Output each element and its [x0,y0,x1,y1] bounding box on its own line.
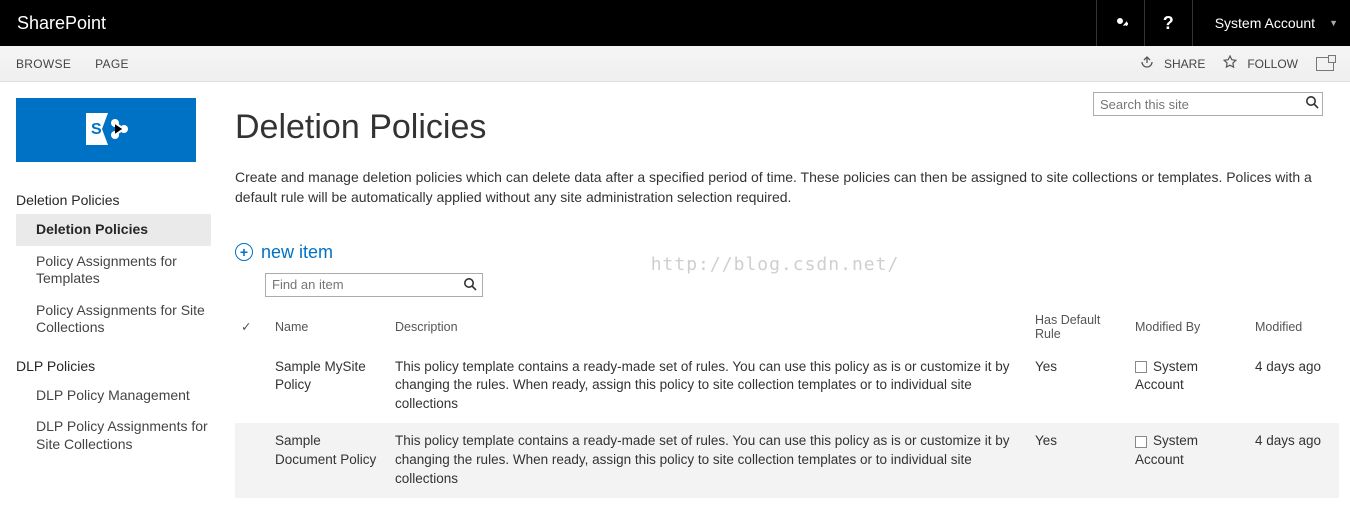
chevron-down-icon: ▼ [1329,18,1338,28]
star-icon [1223,55,1242,72]
column-select[interactable]: ✓ [235,305,269,349]
plus-icon: + [235,243,253,261]
left-column: S Deletion Policies Deletion Policies Po… [16,98,211,498]
nav-header-deletion-policies[interactable]: Deletion Policies [16,186,211,214]
sharepoint-icon: S [82,109,130,152]
nav-item-dlp-management[interactable]: DLP Policy Management [16,380,211,412]
ribbon-tab-page[interactable]: PAGE [95,57,129,71]
user-menu[interactable]: System Account ▼ [1192,0,1350,46]
search-icon[interactable] [1305,95,1319,112]
focus-content-button[interactable] [1316,57,1334,71]
policies-table: ✓ Name Description Has Default Rule Modi… [235,305,1339,498]
nav-item-deletion-policies[interactable]: Deletion Policies [16,214,211,246]
checkbox-icon[interactable] [1135,361,1147,373]
nav-item-policy-assignments-sitecollections[interactable]: Policy Assignments for Site Collections [16,295,211,344]
suite-title[interactable]: SharePoint [0,13,106,34]
cell-name: Sample MySite Policy [269,349,389,424]
column-has-default-rule[interactable]: Has Default Rule [1029,305,1129,349]
follow-button[interactable]: FOLLOW [1223,55,1298,72]
main-content: Deletion Policies Create and manage dele… [211,98,1339,498]
cell-name: Sample Document Policy [269,423,389,498]
site-logo[interactable]: S [16,98,196,162]
page-description: Create and manage deletion policies whic… [235,167,1335,208]
follow-label: FOLLOW [1247,57,1298,71]
cell-has-default-rule: Yes [1029,349,1129,424]
nav-item-policy-assignments-templates[interactable]: Policy Assignments for Templates [16,246,211,295]
help-icon: ? [1163,13,1174,34]
column-description[interactable]: Description [389,305,1029,349]
help-button[interactable]: ? [1144,0,1192,46]
find-input[interactable] [265,273,483,297]
gear-icon [1112,13,1128,34]
column-name[interactable]: Name [269,305,389,349]
share-icon [1140,55,1159,72]
cell-modified-by: System Account [1129,349,1249,424]
settings-button[interactable] [1096,0,1144,46]
site-search [1093,92,1323,116]
cell-has-default-rule: Yes [1029,423,1129,498]
table-header-row: ✓ Name Description Has Default Rule Modi… [235,305,1339,349]
cell-modified-by: System Account [1129,423,1249,498]
find-item [265,273,483,297]
new-item-button[interactable]: + new item [235,242,1339,263]
column-modified[interactable]: Modified [1249,305,1339,349]
ribbon-tab-browse[interactable]: BROWSE [16,57,71,71]
table-row[interactable]: Sample Document Policy This policy templ… [235,423,1339,498]
nav-item-dlp-assignments-sitecollections[interactable]: DLP Policy Assignments for Site Collecti… [16,411,211,460]
check-icon: ✓ [241,320,251,334]
user-name-label: System Account [1215,15,1315,31]
share-label: SHARE [1164,57,1205,71]
table-row[interactable]: Sample MySite Policy This policy templat… [235,349,1339,424]
nav-group-dlp: DLP Policies DLP Policy Management DLP P… [16,352,211,461]
find-icon[interactable] [463,277,477,294]
new-item-label: new item [261,242,333,263]
column-modified-by[interactable]: Modified By [1129,305,1249,349]
svg-text:S: S [91,121,102,138]
cell-description: This policy template contains a ready-ma… [389,423,1029,498]
nav-group-deletion: Deletion Policies Deletion Policies Poli… [16,186,211,344]
ribbon: BROWSE PAGE SHARE FOLLOW [0,46,1350,82]
nav-header-dlp-policies[interactable]: DLP Policies [16,352,211,380]
checkbox-icon[interactable] [1135,436,1147,448]
cell-modified: 4 days ago [1249,349,1339,424]
cell-modified: 4 days ago [1249,423,1339,498]
cell-description: This policy template contains a ready-ma… [389,349,1029,424]
search-input[interactable] [1093,92,1323,116]
suite-bar: SharePoint ? System Account ▼ [0,0,1350,46]
share-button[interactable]: SHARE [1140,55,1205,72]
